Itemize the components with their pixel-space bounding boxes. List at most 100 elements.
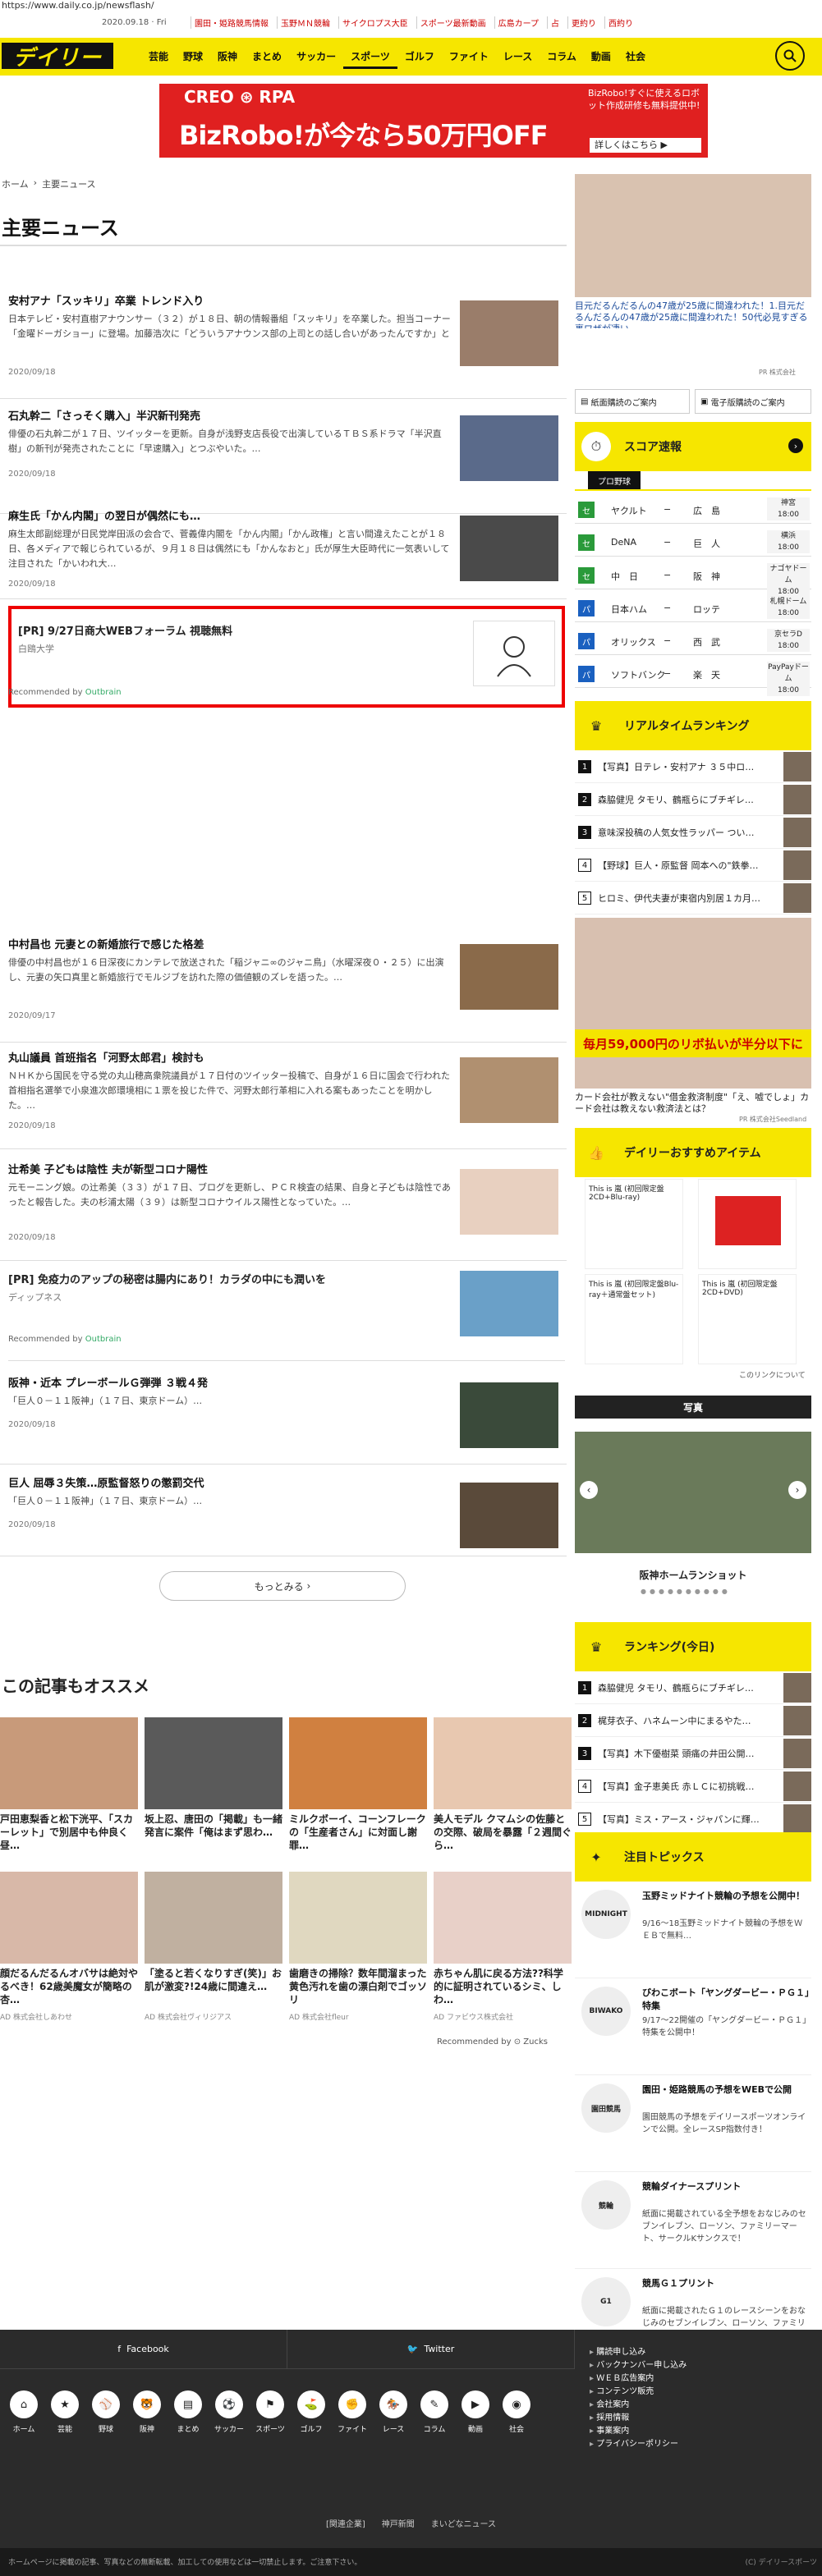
subscribe-paper-button[interactable]: ▤ 紙面購読のご案内	[575, 389, 690, 414]
topic-item[interactable]: MIDNIGHT 玉野ミッドナイト競輪の予想を公開中！ 9/16〜18玉野ミッドナイ…	[575, 1882, 811, 1978]
footer-nav-item[interactable]: ▤ まとめ	[168, 2390, 209, 2445]
item-card[interactable]: This is 嵐 (初回限定盤2CD+DVD)	[698, 1274, 797, 1364]
pr-title[interactable]: [PR] 免疫力のアップの秘密は腸内にあり！カラダの中にも潤いを	[8, 1271, 326, 1286]
news-title[interactable]: 石丸幹二「さっそく購入」半沢新刊発売	[8, 407, 200, 423]
rank-text[interactable]: 【写真】日テレ・安村アナ ３５中ロ…	[598, 760, 778, 773]
rank-text[interactable]: 意味深投稿の人気女性ラッパー つい…	[598, 826, 778, 839]
realtime-rank-item[interactable]: 5 ヒロミ、伊代夫妻が東宿内別居１カ月…	[575, 882, 811, 914]
sidebar-ad2-caption[interactable]: カード会社が教えない"借金救済制度"「え、嘘でしょ」カード会社は教えない救済法と…	[575, 1092, 811, 1115]
sidebar-ad-image[interactable]	[575, 174, 811, 297]
reco-card[interactable]: 坂上忍、唐田の「掲載」も一緒発言に案件「俺はまず思わ…	[145, 1717, 282, 1882]
nav-item[interactable]: ファイト	[442, 46, 496, 69]
footer-nav-item[interactable]: 🏇 レース	[373, 2390, 414, 2445]
item-card[interactable]: This is 嵐 (初回限定盤2CD+Blu-ray)	[585, 1179, 683, 1269]
score-row[interactable]: パ ソフトバンク − 楽 天 PayPayドーム 18:00	[575, 660, 811, 696]
news-thumbnail[interactable]	[460, 1483, 558, 1548]
rank-text[interactable]: 【写真】ミス・アース・ジャパンに輝…	[598, 1813, 778, 1826]
sidebar-ad-caption[interactable]: 目元だるんだるんの47歳が25歳に間違われた！1.目元だるんだるんの47歳が25…	[575, 300, 811, 328]
rank-text[interactable]: 【写真】木下優樹菜 頭痛の井田公開…	[598, 1747, 778, 1760]
rank-thumbnail[interactable]	[783, 883, 811, 913]
footer-nav-item[interactable]: ⚽ サッカー	[209, 2390, 250, 2445]
more-button[interactable]: もっとみる ›	[159, 1571, 406, 1601]
footer-link[interactable]: プライバシーポリシー	[590, 2438, 687, 2451]
reco-image[interactable]	[0, 1717, 138, 1809]
reco-card[interactable]: 顔だるんだるんオバサは絶対やるべき！62歳美魔女が簡略の杏… AD 株式会社しあわ…	[0, 1872, 138, 2036]
nav-item-active[interactable]: スポーツ	[343, 46, 397, 69]
news-thumbnail[interactable]	[460, 1169, 558, 1235]
photo-slide[interactable]: ‹ ›	[575, 1432, 811, 1553]
reco-card[interactable]: 歯磨きの掃除？数年間溜まった黄色汚れを歯の漂白剤でゴッソリ AD 株式会社fleu…	[289, 1872, 427, 2036]
pr-ad-item[interactable]: [PR] 免疫力のアップの秘密は腸内にあり！カラダの中にも潤いを ディップネス …	[8, 1271, 565, 1361]
chevron-right-icon[interactable]: ›	[788, 438, 803, 453]
search-button[interactable]	[775, 41, 805, 71]
slider-dots[interactable]: ●●●●●●●●●●	[641, 1588, 731, 1595]
topic-item[interactable]: 園田競馬 園田・姫路競馬の予想をWEBで公開 園田競馬の予想をデイリースポーツオンラ…	[575, 2075, 811, 2172]
news-title[interactable]: 丸山議員 首班指名「河野太郎君」検討も	[8, 1049, 204, 1065]
realtime-rank-item[interactable]: 1 【写真】日テレ・安村アナ ３５中ロ…	[575, 750, 811, 783]
ranking-item[interactable]: 3 【写真】木下優樹菜 頭痛の井田公開…	[575, 1737, 811, 1770]
twitter-link[interactable]: 🐦 Twitter	[287, 2330, 575, 2369]
nav-item[interactable]: コラム	[540, 46, 584, 69]
reco-text[interactable]: 顔だるんだるんオバサは絶対やるべき！62歳美魔女が簡略の杏…	[0, 1967, 138, 2006]
top-link[interactable]: スポーツ最新動画	[416, 16, 489, 29]
realtime-rank-item[interactable]: 4 【野球】巨人・原監督 岡本への"鉄拳…	[575, 849, 811, 882]
news-item[interactable]: 中村昌也 元妻との新婚旅行で感じた格差 俳優の中村昌也が１６日深夜にカンテレで放…	[0, 936, 567, 1043]
score-row[interactable]: パ 日本ハム − ロッテ 札幌ドーム 18:00	[575, 594, 811, 622]
news-item[interactable]: 石丸幹二「さっそく購入」半沢新刊発売 俳優の石丸幹二が１７日、ツイッターを更新。…	[0, 407, 567, 514]
score-row[interactable]: パ オリックス − 西 武 京セラD 18:00	[575, 627, 811, 655]
reco-card[interactable]: ミルクボーイ、コーンフレークの「生産者さん」に対面し謝罪…	[289, 1717, 427, 1882]
rank-thumbnail[interactable]	[783, 752, 811, 782]
outbrain-logo[interactable]: Outbrain	[85, 1335, 122, 1344]
top-link[interactable]: 広島カープ	[494, 16, 542, 29]
footer-link[interactable]: バックナンバー申し込み	[590, 2359, 687, 2372]
news-item[interactable]: 麻生氏「かん内閣」の翌日が偶然にも… 麻生太郎副総理が日民党岸田派の会合で、菅義…	[0, 507, 567, 599]
reco-image[interactable]	[289, 1872, 427, 1964]
footer-nav-item[interactable]: ⌂ ホーム	[3, 2390, 44, 2445]
footer-link[interactable]: 事業案内	[590, 2425, 687, 2438]
topic-title[interactable]: びわこボート「ヤングダービー・ＰＧ１」特集	[642, 1987, 810, 2013]
news-item[interactable]: 安村アナ「スッキリ」卒業 トレンド入り 日本テレビ・安村直樹アナウンサー（３２）…	[0, 292, 567, 399]
news-thumbnail[interactable]	[460, 415, 558, 481]
footer-nav-item[interactable]: ✊ ファイト	[332, 2390, 373, 2445]
ranking-item[interactable]: 2 梶芽衣子、ハネムーン中にまるやた…	[575, 1704, 811, 1737]
rank-thumbnail[interactable]	[783, 785, 811, 814]
reco-card[interactable]: 戸田恵梨香と松下洸平、「スカーレット」で別居中も仲良く昼…	[0, 1717, 138, 1882]
footer-link[interactable]: 採用情報	[590, 2412, 687, 2425]
rank-text[interactable]: 梶芽衣子、ハネムーン中にまるやた…	[598, 1714, 778, 1727]
news-thumbnail[interactable]	[460, 1382, 558, 1448]
reco-text[interactable]: 坂上忍、唐田の「掲載」も一緒発言に案件「俺はまず思わ…	[145, 1813, 282, 1852]
reco-card[interactable]: 赤ちゃん肌に戻る方法??科学的に証明されているシミ、しわ… AD ファビウス株式会…	[434, 1872, 572, 2036]
top-link[interactable]: 占	[547, 16, 563, 29]
ranking-item[interactable]: 4 【写真】金子恵美氏 赤ＬＣに初挑戦…	[575, 1770, 811, 1803]
news-item[interactable]: 辻希美 子どもは陰性 夫が新型コロナ陽性 元モーニング娘。の辻希美（３３）が１７…	[0, 1161, 567, 1261]
rank-text[interactable]: 【野球】巨人・原監督 岡本への"鉄拳…	[598, 859, 778, 872]
ad-banner[interactable]: CREO ⊛ RPA BizRobo!が今なら50万円OFF BizRobo!す…	[110, 84, 708, 158]
news-title[interactable]: 阪神・近本 プレーボールＧ弾弾 ３戦４発	[8, 1374, 208, 1390]
outbrain-logo[interactable]: Outbrain	[85, 688, 122, 697]
news-item[interactable]: 巨人 屈辱３失策…原監督怒りの懲罰交代 「巨人０－１１阪神」（１７日、東京ドーム…	[0, 1474, 567, 1556]
news-title[interactable]: 中村昌也 元妻との新婚旅行で感じた格差	[8, 936, 204, 951]
nav-item[interactable]: 動画	[584, 46, 618, 69]
reco-card[interactable]: 「塗ると若くなりすぎ(笑)」お肌が激変?!24歳に間違え… AD 株式会社ヴィリジ…	[145, 1872, 282, 2036]
nav-item[interactable]: まとめ	[245, 46, 289, 69]
realtime-rank-item[interactable]: 3 意味深投稿の人気女性ラッパー つい…	[575, 816, 811, 849]
tab-pro-baseball[interactable]: プロ野球	[588, 471, 641, 489]
related-companies[interactable]: [関連企業] 神戸新聞 まいどなニュース	[0, 2517, 822, 2533]
rank-text[interactable]: 【写真】金子恵美氏 赤ＬＣに初挑戦…	[598, 1780, 778, 1793]
score-row[interactable]: セ 中 日 − 阪 神 ナゴヤドーム 18:00	[575, 561, 811, 598]
news-thumbnail[interactable]	[460, 516, 558, 581]
facebook-link[interactable]: f Facebook	[0, 2330, 287, 2369]
news-title[interactable]: 巨人 屈辱３失策…原監督怒りの懲罰交代	[8, 1474, 204, 1490]
rank-text[interactable]: ヒロミ、伊代夫妻が東宿内別居１カ月…	[598, 892, 778, 905]
reco-image[interactable]	[145, 1717, 282, 1809]
ranking-item[interactable]: 5 【写真】ミス・アース・ジャパンに輝…	[575, 1803, 811, 1836]
footer-link[interactable]: コンテンツ販売	[590, 2386, 687, 2399]
topic-title[interactable]: 園田・姫路競馬の予想をWEBで公開	[642, 2083, 810, 2097]
pr-thumbnail[interactable]	[473, 621, 555, 686]
nav-item[interactable]: ゴルフ	[397, 46, 442, 69]
footer-nav-item[interactable]: 🐯 阪神	[126, 2390, 168, 2445]
rank-thumbnail[interactable]	[783, 1804, 811, 1834]
subscribe-digital-button[interactable]: ▣ 電子版購読のご案内	[695, 389, 811, 414]
score-row[interactable]: セ DeNA − 巨 人 横浜 18:00	[575, 529, 811, 557]
top-link[interactable]: 西約り	[604, 16, 636, 29]
